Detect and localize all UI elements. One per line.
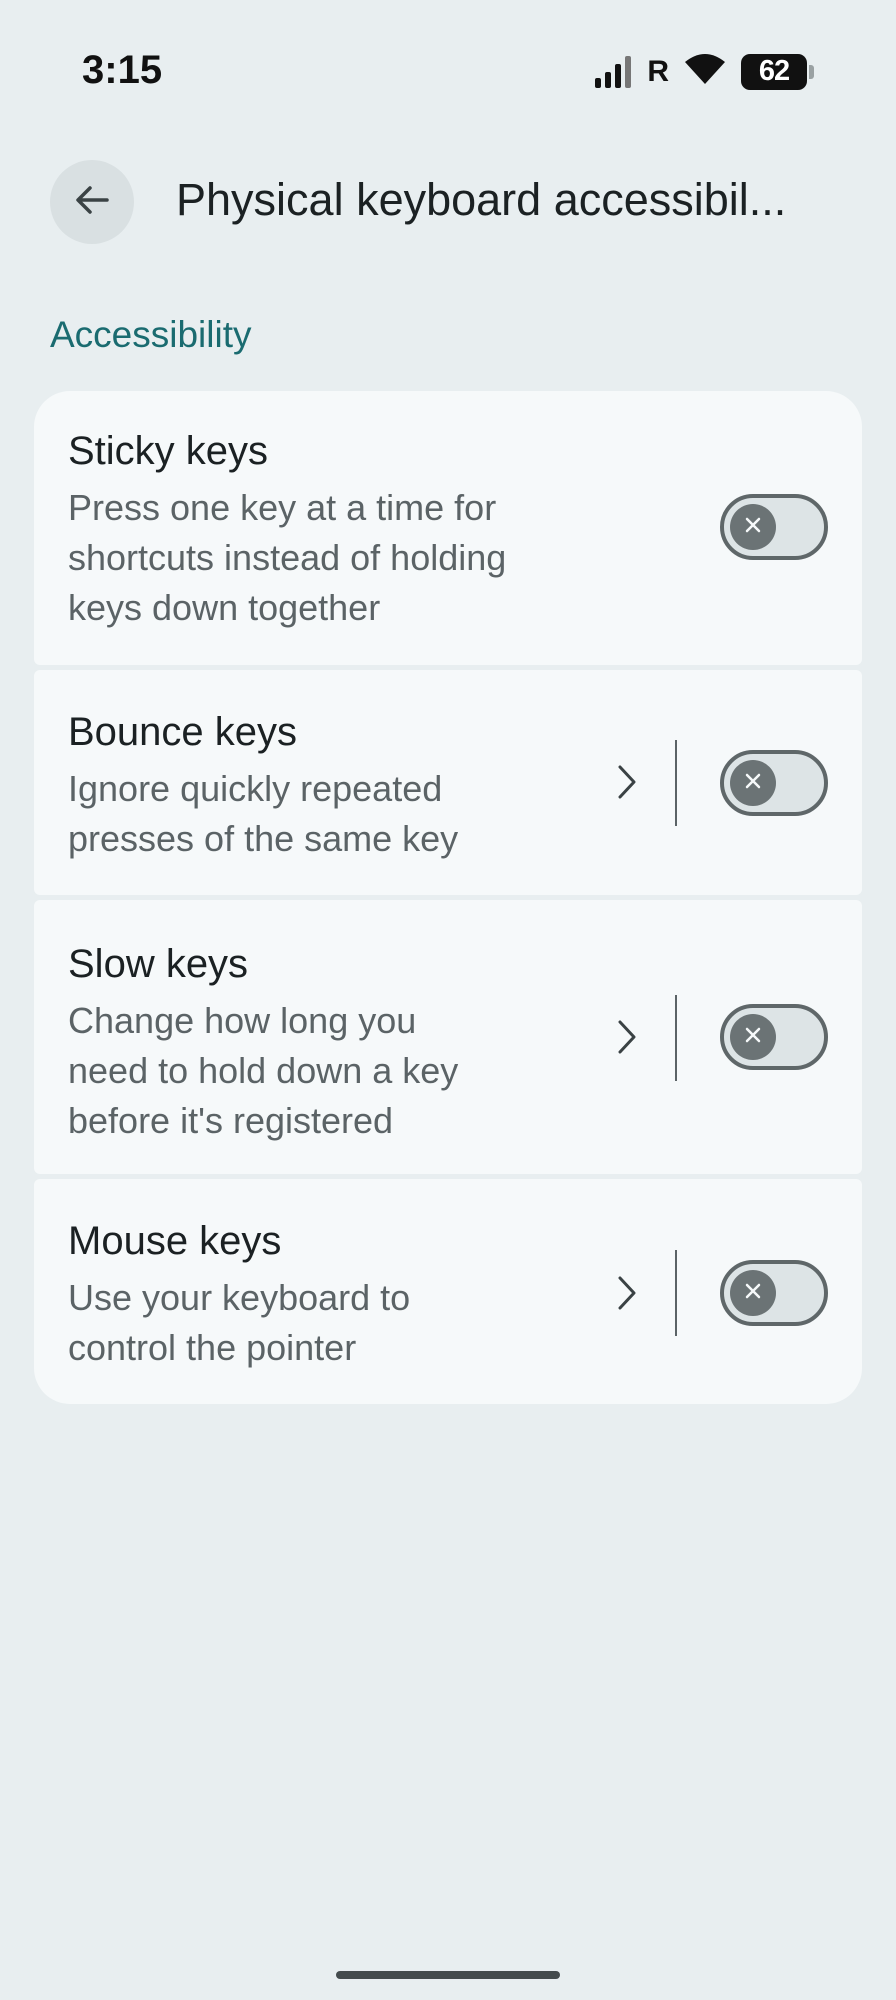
setting-slow-keys[interactable]: Slow keys Change how long you need to ho… [34, 900, 862, 1174]
setting-description: Ignore quickly repeated presses of the s… [68, 768, 459, 859]
sticky-keys-toggle[interactable] [720, 494, 828, 560]
chevron-right-icon[interactable] [612, 1017, 642, 1057]
setting-description: Press one key at a time for shortcuts in… [68, 487, 507, 628]
divider [675, 740, 677, 826]
roaming-indicator: R [647, 54, 669, 88]
close-icon [743, 1025, 763, 1050]
bounce-keys-toggle[interactable] [720, 750, 828, 816]
close-icon [743, 1281, 763, 1306]
divider [675, 995, 677, 1081]
setting-sticky-keys[interactable]: Sticky keys Press one key at a time for … [34, 391, 862, 665]
setting-description: Use your keyboard to control the pointer [68, 1277, 411, 1368]
divider [675, 1250, 677, 1336]
battery-icon: 62 [741, 53, 814, 90]
slow-keys-toggle[interactable] [720, 1004, 828, 1070]
close-icon [743, 771, 763, 796]
setting-title: Mouse keys [68, 1219, 282, 1263]
chevron-right-icon[interactable] [612, 1273, 642, 1313]
home-indicator[interactable] [336, 1971, 560, 1979]
status-icons: R 62 [595, 52, 814, 91]
status-bar: 3:15 R 62 [0, 0, 896, 140]
setting-bounce-keys[interactable]: Bounce keys Ignore quickly repeated pres… [34, 670, 862, 895]
setting-description: Change how long you need to hold down a … [68, 1000, 459, 1141]
back-button[interactable] [50, 160, 134, 244]
battery-level: 62 [741, 53, 807, 90]
section-header: Accessibility [50, 314, 252, 355]
app-bar: Physical keyboard accessibil... [0, 150, 896, 254]
setting-title: Slow keys [68, 942, 249, 986]
chevron-right-icon[interactable] [612, 762, 642, 802]
status-time: 3:15 [82, 48, 163, 92]
setting-title: Bounce keys [68, 710, 298, 754]
wifi-icon [683, 52, 727, 91]
page-title: Physical keyboard accessibil... [176, 174, 787, 225]
mouse-keys-toggle[interactable] [720, 1260, 828, 1326]
signal-icon [595, 55, 632, 88]
setting-title: Sticky keys [68, 429, 269, 473]
close-icon [743, 515, 763, 540]
settings-list: Sticky keys Press one key at a time for … [34, 391, 862, 1404]
setting-mouse-keys[interactable]: Mouse keys Use your keyboard to control … [34, 1179, 862, 1404]
arrow-back-icon [73, 181, 111, 224]
